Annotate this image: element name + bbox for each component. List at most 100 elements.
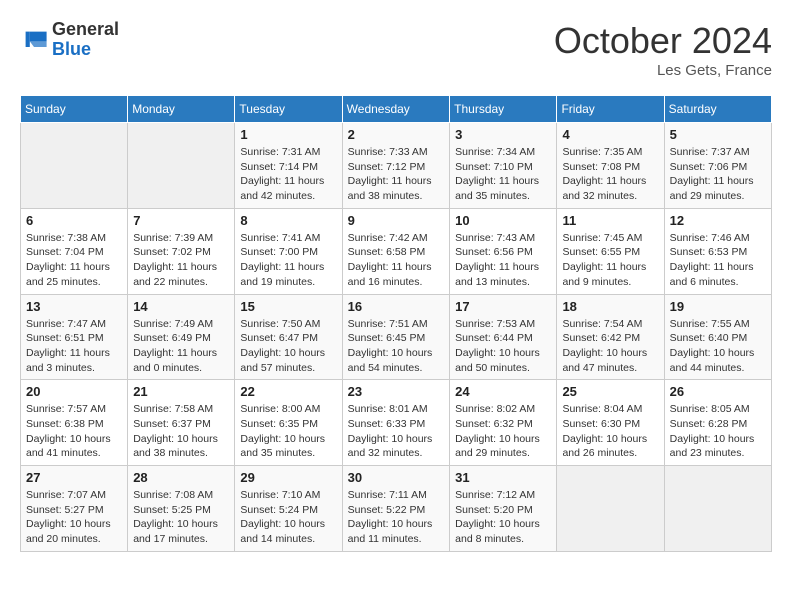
day-info: Sunrise: 7:47 AMSunset: 6:51 PMDaylight:… [26, 317, 122, 376]
day-of-week-header: Tuesday [235, 96, 342, 123]
calendar-cell: 14Sunrise: 7:49 AMSunset: 6:49 PMDayligh… [128, 294, 235, 380]
calendar-cell: 19 Sunrise: 7:55 AMSunset: 6:40 PMDayligh… [664, 294, 771, 380]
calendar-cell: 16 Sunrise: 7:51 AMSunset: 6:45 PMDayligh… [342, 294, 449, 380]
calendar-header-row: SundayMondayTuesdayWednesdayThursdayFrid… [21, 96, 772, 123]
day-number: 22 [240, 384, 336, 399]
day-info: Sunrise: 8:02 AMSunset: 6:32 PMDaylight:… [455, 402, 551, 461]
calendar-cell: 4 Sunrise: 7:35 AMSunset: 7:08 PMDaylight… [557, 123, 664, 209]
calendar-cell [21, 123, 128, 209]
day-of-week-header: Saturday [664, 96, 771, 123]
day-number: 29 [240, 470, 336, 485]
calendar-cell: 18Sunrise: 7:54 AMSunset: 6:42 PMDayligh… [557, 294, 664, 380]
day-info: Sunrise: 7:10 AMSunset: 5:24 PMDaylight:… [240, 488, 336, 547]
day-of-week-header: Friday [557, 96, 664, 123]
logo-blue: Blue [52, 40, 119, 60]
calendar-cell: 6Sunrise: 7:38 AMSunset: 7:04 PMDaylight… [21, 208, 128, 294]
calendar-cell: 1Sunrise: 7:31 AMSunset: 7:14 PMDaylight… [235, 123, 342, 209]
day-info: Sunrise: 7:34 AMSunset: 7:10 PMDaylight:… [455, 145, 551, 204]
day-info: Sunrise: 8:01 AMSunset: 6:33 PMDaylight:… [348, 402, 444, 461]
day-info: Sunrise: 8:00 AMSunset: 6:35 PMDaylight:… [240, 402, 336, 461]
day-number: 5 [670, 127, 766, 142]
day-number: 28 [133, 470, 229, 485]
calendar-cell: 22 Sunrise: 8:00 AMSunset: 6:35 PMDayligh… [235, 380, 342, 466]
day-info: Sunrise: 7:31 AMSunset: 7:14 PMDaylight:… [240, 145, 336, 204]
calendar: SundayMondayTuesdayWednesdayThursdayFrid… [20, 95, 772, 552]
day-of-week-header: Thursday [450, 96, 557, 123]
day-info: Sunrise: 7:57 AMSunset: 6:38 PMDaylight:… [26, 402, 122, 461]
calendar-cell: 31Sunrise: 7:12 AMSunset: 5:20 PMDayligh… [450, 466, 557, 552]
day-info: Sunrise: 7:33 AMSunset: 7:12 PMDaylight:… [348, 145, 444, 204]
day-info: Sunrise: 7:46 AMSunset: 6:53 PMDaylight:… [670, 231, 766, 290]
day-number: 17 [455, 299, 551, 314]
calendar-cell [557, 466, 664, 552]
day-number: 4 [562, 127, 658, 142]
day-info: Sunrise: 7:42 AMSunset: 6:58 PMDaylight:… [348, 231, 444, 290]
page-header: General Blue October 2024 Les Gets, Fran… [20, 20, 772, 79]
day-number: 31 [455, 470, 551, 485]
calendar-cell: 8 Sunrise: 7:41 AMSunset: 7:00 PMDaylight… [235, 208, 342, 294]
location: Les Gets, France [554, 62, 772, 79]
day-info: Sunrise: 7:43 AMSunset: 6:56 PMDaylight:… [455, 231, 551, 290]
day-of-week-header: Wednesday [342, 96, 449, 123]
title-block: October 2024 Les Gets, France [554, 20, 772, 79]
calendar-cell: 28 Sunrise: 7:08 AMSunset: 5:25 PMDayligh… [128, 466, 235, 552]
logo-text: General Blue [52, 20, 119, 60]
calendar-cell [664, 466, 771, 552]
day-number: 25 [562, 384, 658, 399]
calendar-cell: 5Sunrise: 7:37 AMSunset: 7:06 PMDaylight… [664, 123, 771, 209]
day-number: 13 [26, 299, 122, 314]
calendar-week-row: 13 Sunrise: 7:47 AMSunset: 6:51 PMDayligh… [21, 294, 772, 380]
calendar-cell: 26Sunrise: 8:05 AMSunset: 6:28 PMDayligh… [664, 380, 771, 466]
day-number: 19 [670, 299, 766, 314]
day-info: Sunrise: 7:50 AMSunset: 6:47 PMDaylight:… [240, 317, 336, 376]
day-info: Sunrise: 8:04 AMSunset: 6:30 PMDaylight:… [562, 402, 658, 461]
day-number: 8 [240, 213, 336, 228]
day-number: 3 [455, 127, 551, 142]
day-of-week-header: Sunday [21, 96, 128, 123]
calendar-cell: 13 Sunrise: 7:47 AMSunset: 6:51 PMDayligh… [21, 294, 128, 380]
calendar-cell: 12 Sunrise: 7:46 AMSunset: 6:53 PMDayligh… [664, 208, 771, 294]
calendar-cell: 9 Sunrise: 7:42 AMSunset: 6:58 PMDaylight… [342, 208, 449, 294]
logo-icon [20, 26, 48, 54]
day-number: 30 [348, 470, 444, 485]
calendar-cell: 24Sunrise: 8:02 AMSunset: 6:32 PMDayligh… [450, 380, 557, 466]
calendar-cell [128, 123, 235, 209]
day-number: 10 [455, 213, 551, 228]
calendar-cell: 27Sunrise: 7:07 AMSunset: 5:27 PMDayligh… [21, 466, 128, 552]
day-number: 20 [26, 384, 122, 399]
day-info: Sunrise: 7:08 AMSunset: 5:25 PMDaylight:… [133, 488, 229, 547]
calendar-cell: 30Sunrise: 7:11 AMSunset: 5:22 PMDayligh… [342, 466, 449, 552]
day-number: 6 [26, 213, 122, 228]
calendar-cell: 2 Sunrise: 7:33 AMSunset: 7:12 PMDaylight… [342, 123, 449, 209]
day-number: 15 [240, 299, 336, 314]
day-info: Sunrise: 7:49 AMSunset: 6:49 PMDaylight:… [133, 317, 229, 376]
calendar-cell: 17 Sunrise: 7:53 AMSunset: 6:44 PMDayligh… [450, 294, 557, 380]
day-number: 16 [348, 299, 444, 314]
calendar-week-row: 27Sunrise: 7:07 AMSunset: 5:27 PMDayligh… [21, 466, 772, 552]
day-info: Sunrise: 7:41 AMSunset: 7:00 PMDaylight:… [240, 231, 336, 290]
calendar-cell: 20 Sunrise: 7:57 AMSunset: 6:38 PMDayligh… [21, 380, 128, 466]
day-number: 21 [133, 384, 229, 399]
day-number: 2 [348, 127, 444, 142]
logo-general: General [52, 20, 119, 40]
calendar-cell: 15 Sunrise: 7:50 AMSunset: 6:47 PMDayligh… [235, 294, 342, 380]
day-number: 12 [670, 213, 766, 228]
calendar-week-row: 1Sunrise: 7:31 AMSunset: 7:14 PMDaylight… [21, 123, 772, 209]
calendar-cell: 23 Sunrise: 8:01 AMSunset: 6:33 PMDayligh… [342, 380, 449, 466]
day-info: Sunrise: 7:51 AMSunset: 6:45 PMDaylight:… [348, 317, 444, 376]
day-number: 9 [348, 213, 444, 228]
calendar-week-row: 6Sunrise: 7:38 AMSunset: 7:04 PMDaylight… [21, 208, 772, 294]
day-number: 23 [348, 384, 444, 399]
day-number: 26 [670, 384, 766, 399]
calendar-cell: 21 Sunrise: 7:58 AMSunset: 6:37 PMDayligh… [128, 380, 235, 466]
day-info: Sunrise: 7:07 AMSunset: 5:27 PMDaylight:… [26, 488, 122, 547]
day-info: Sunrise: 7:35 AMSunset: 7:08 PMDaylight:… [562, 145, 658, 204]
day-info: Sunrise: 7:53 AMSunset: 6:44 PMDaylight:… [455, 317, 551, 376]
day-number: 18 [562, 299, 658, 314]
month-title: October 2024 [554, 20, 772, 62]
day-info: Sunrise: 7:58 AMSunset: 6:37 PMDaylight:… [133, 402, 229, 461]
day-number: 11 [562, 213, 658, 228]
day-info: Sunrise: 7:55 AMSunset: 6:40 PMDaylight:… [670, 317, 766, 376]
calendar-cell: 29 Sunrise: 7:10 AMSunset: 5:24 PMDayligh… [235, 466, 342, 552]
calendar-cell: 11Sunrise: 7:45 AMSunset: 6:55 PMDayligh… [557, 208, 664, 294]
